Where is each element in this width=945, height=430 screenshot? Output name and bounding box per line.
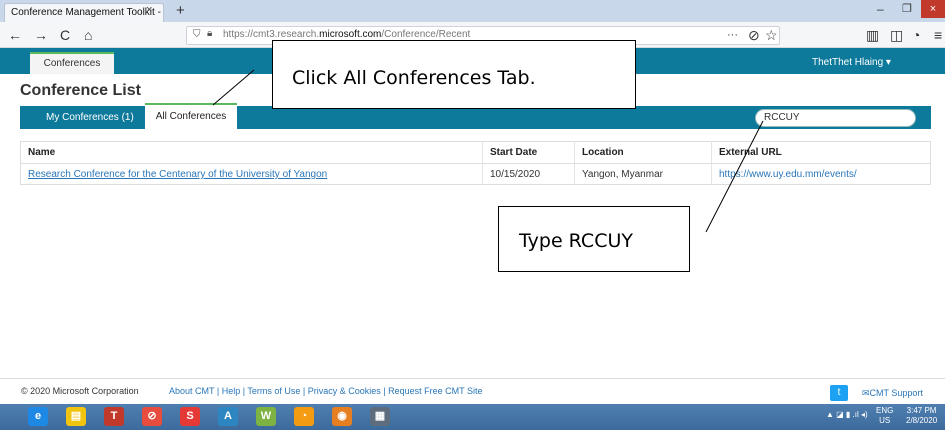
taskbar-app-red-icon[interactable]: ⊘ xyxy=(142,407,162,426)
twitter-icon[interactable]: t xyxy=(830,385,848,401)
callout-pointer-1 xyxy=(212,69,255,106)
taskbar-app-a-icon[interactable]: A xyxy=(218,407,238,426)
firefox-icon[interactable]: ◉ xyxy=(332,407,352,426)
internet-explorer-icon[interactable]: e xyxy=(28,407,48,426)
cmt-support-link[interactable]: ✉CMT Support xyxy=(862,388,923,399)
taskbar-app-t-icon[interactable]: T xyxy=(104,407,124,426)
word-icon[interactable]: W xyxy=(256,407,276,426)
instruction-callout-2: Type RCCUY xyxy=(498,206,690,272)
copyright-text: © 2020 Microsoft Corporation xyxy=(21,386,139,396)
callout-pointer-2 xyxy=(705,120,764,233)
taskbar-app-window-icon[interactable]: ▦ xyxy=(370,407,390,426)
taskbar-app-gauge-icon[interactable]: ◔ xyxy=(294,407,314,426)
footer-links[interactable]: About CMT | Help | Terms of Use | Privac… xyxy=(169,386,482,396)
taskbar-app-s-icon[interactable]: S xyxy=(180,407,200,426)
system-tray-icons[interactable]: ▲ ◪ ▮ .ıl ◂) xyxy=(826,410,868,419)
instruction-callout-1: Click All Conferences Tab. xyxy=(272,40,636,109)
footer-divider xyxy=(0,378,945,379)
language-indicator[interactable]: ENG US xyxy=(876,406,893,426)
system-clock[interactable]: 3:47 PM 2/8/2020 xyxy=(906,406,937,426)
file-explorer-icon[interactable]: ▤ xyxy=(66,407,86,426)
